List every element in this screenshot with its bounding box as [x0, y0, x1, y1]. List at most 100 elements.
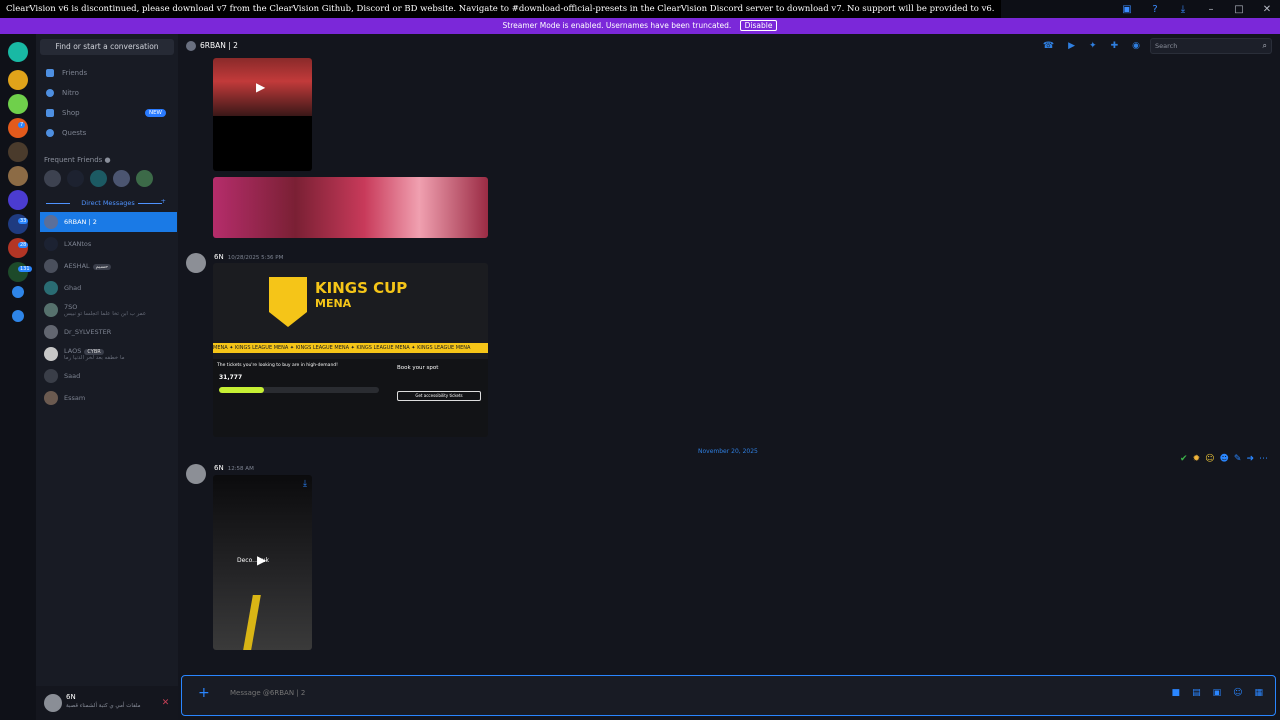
server-icon[interactable]: [8, 190, 28, 210]
nav-quests-label: Quests: [62, 129, 87, 137]
dm-item[interactable]: 7SO عمر ب ابن تخا علما اتجلسا تو نبيس: [40, 300, 177, 320]
nav-shop[interactable]: Shop NEW: [46, 105, 166, 121]
image-attachment[interactable]: KINGS CUP MENA MENA ✦ KINGS LEAGUE MENA …: [213, 263, 488, 437]
server-icon[interactable]: [8, 70, 28, 90]
avatar[interactable]: [67, 170, 84, 187]
help-icon[interactable]: ?: [1148, 4, 1162, 15]
dm-item[interactable]: Saad: [40, 366, 177, 386]
close-icon[interactable]: ✕: [1260, 4, 1274, 15]
nav-nitro[interactable]: Nitro: [46, 85, 166, 101]
avatar[interactable]: [136, 170, 153, 187]
message-composer: + ■ ▤ ▣ ☺ ▦: [181, 675, 1276, 716]
accessibility-tickets-button[interactable]: Get accessibility tickets: [397, 391, 481, 401]
home-button[interactable]: [8, 42, 28, 62]
search-input[interactable]: Search ⌕: [1150, 38, 1272, 54]
mute-mic-icon[interactable]: ✕: [162, 698, 170, 708]
avatar[interactable]: [113, 170, 130, 187]
add-server-icon[interactable]: [12, 286, 24, 298]
user-tag: حسيم: [92, 264, 112, 270]
server-icon[interactable]: [8, 94, 28, 114]
video-attachment[interactable]: ▶: [213, 58, 312, 171]
message-actions: ✔ ✹ ☺ ☻ ✎ ➜ ⋯: [1180, 454, 1268, 464]
dm-sidebar: Find or start a conversation Friends Nit…: [36, 34, 214, 720]
message-author[interactable]: 6N: [214, 253, 224, 261]
header-actions: ☎ ▶ ✦ ✚ ◉: [1043, 41, 1140, 51]
server-icon[interactable]: [8, 166, 28, 186]
username: 6N: [66, 693, 76, 701]
disable-streamer-button[interactable]: Disable: [739, 20, 778, 31]
server-icon[interactable]: [8, 262, 28, 282]
find-conversation-input[interactable]: Find or start a conversation: [40, 39, 174, 55]
nav-friends-label: Friends: [62, 69, 88, 77]
avatar[interactable]: [44, 694, 62, 712]
apps-icon[interactable]: ▦: [1254, 688, 1263, 698]
download-icon[interactable]: ⤓: [303, 479, 307, 489]
avatar: [44, 215, 58, 229]
queue-progress: [219, 387, 379, 393]
date-divider: November 20, 2025: [698, 448, 758, 455]
check-react-icon[interactable]: ✔: [1180, 454, 1188, 464]
edit-icon[interactable]: ✎: [1234, 454, 1242, 464]
quests-icon: [46, 129, 54, 137]
avatar[interactable]: [186, 464, 206, 484]
download-icon[interactable]: ⤓: [1176, 4, 1190, 15]
dm-item[interactable]: 6RBAN | 2: [40, 212, 177, 232]
dm-item[interactable]: Dr_SYLVESTER: [40, 322, 177, 342]
play-icon[interactable]: ▶: [256, 80, 265, 94]
emoji-icon[interactable]: ☺: [1233, 688, 1242, 698]
avatar[interactable]: [186, 253, 206, 273]
message-input[interactable]: [230, 689, 1130, 697]
kings-cup-logo: [269, 277, 307, 327]
pin-icon[interactable]: ✦: [1089, 41, 1097, 51]
more-icon[interactable]: ⋯: [1259, 454, 1268, 464]
voice-call-icon[interactable]: ☎: [1043, 41, 1054, 51]
server-icon[interactable]: [8, 142, 28, 162]
shop-icon: [46, 109, 54, 117]
avatar: [44, 237, 58, 251]
kings-cup-subtitle: MENA: [315, 297, 352, 310]
server-badge: 7: [18, 122, 26, 128]
server-badge: 131: [18, 266, 32, 272]
fire-react-icon[interactable]: ✹: [1193, 454, 1201, 464]
screen-share-icon[interactable]: ▣: [1120, 4, 1134, 15]
avatar[interactable]: [44, 170, 61, 187]
nav-friends[interactable]: Friends: [46, 65, 166, 81]
top-notice-bar: ClearVision v6 is discontinued, please d…: [0, 0, 1280, 18]
dm-item[interactable]: AESHAL حسيم: [40, 256, 177, 276]
video-call-icon[interactable]: ▶: [1068, 41, 1075, 51]
dm-item[interactable]: Ghad: [40, 278, 177, 298]
create-dm-icon[interactable]: +: [161, 197, 166, 205]
friends-icon: [46, 69, 54, 77]
gif-icon[interactable]: ▤: [1192, 688, 1201, 698]
minimize-icon[interactable]: –: [1204, 4, 1218, 15]
server-icon[interactable]: [8, 214, 28, 234]
forward-icon[interactable]: ➜: [1246, 454, 1254, 464]
gift-icon[interactable]: ■: [1172, 688, 1181, 698]
video-attachment[interactable]: ⤓ Deco...buk ▶: [213, 475, 312, 650]
discover-icon[interactable]: [12, 310, 24, 322]
dm-item[interactable]: LXANtos: [40, 234, 177, 254]
dm-item[interactable]: Essam: [40, 388, 177, 408]
avatar[interactable]: [90, 170, 107, 187]
attach-plus-icon[interactable]: +: [198, 685, 210, 701]
add-friends-icon[interactable]: ✚: [1111, 41, 1119, 51]
nav-shop-label: Shop: [62, 109, 80, 117]
dm-item[interactable]: LAOS CYBR ما خطفه بعد لخر الدنيا رما: [40, 344, 177, 364]
maximize-icon[interactable]: □: [1232, 4, 1246, 15]
server-icon[interactable]: [8, 118, 28, 138]
play-icon[interactable]: ▶: [257, 553, 266, 567]
message-timestamp: 10/28/2025 5:36 PM: [227, 255, 284, 261]
message-author[interactable]: 6N: [214, 464, 224, 472]
avatar: [44, 369, 58, 383]
discontinued-notice: ClearVision v6 is discontinued, please d…: [0, 0, 1001, 18]
image-attachment[interactable]: [213, 177, 488, 238]
avatar: [186, 41, 196, 51]
user-profile-icon[interactable]: ◉: [1132, 41, 1140, 51]
server-icon[interactable]: [8, 238, 28, 258]
sticker-icon[interactable]: ▣: [1213, 688, 1222, 698]
nav-quests[interactable]: Quests: [46, 125, 166, 141]
emoji-react-icon[interactable]: ☺: [1205, 454, 1214, 464]
avatar: [44, 325, 58, 339]
add-reaction-icon[interactable]: ☻: [1220, 454, 1229, 464]
road-line: [243, 595, 261, 650]
